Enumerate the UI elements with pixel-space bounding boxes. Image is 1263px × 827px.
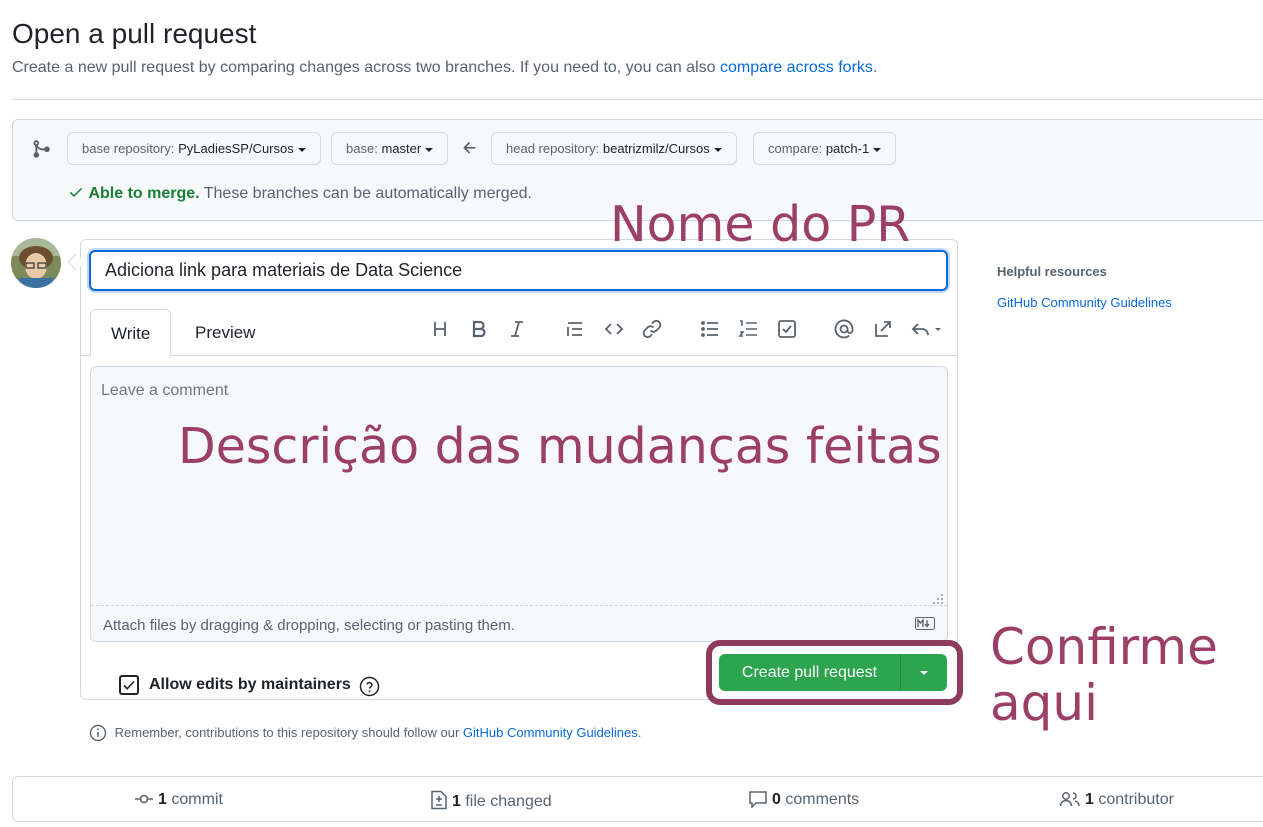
compare-label: compare: [768, 141, 823, 156]
bold-icon[interactable] [468, 318, 490, 340]
link-icon[interactable] [641, 318, 663, 340]
chevron-down-icon [873, 147, 882, 152]
page-title: Open a pull request [12, 18, 257, 49]
comments-stat[interactable]: 0 comments [748, 790, 859, 809]
files-label: file changed [465, 793, 552, 810]
base-value: master [381, 141, 422, 156]
question-icon[interactable] [359, 676, 380, 697]
comments-label: comments [785, 791, 860, 808]
base-repository-select[interactable]: base repository: PyLadiesSP/Cursos [67, 132, 321, 165]
quote-icon[interactable] [564, 318, 586, 340]
comments-count: 0 [772, 791, 781, 808]
chevron-down-icon [713, 147, 722, 152]
tab-preview[interactable]: Preview [175, 309, 275, 357]
check-icon [70, 188, 82, 197]
base-label: base: [346, 141, 378, 156]
allow-edits-checkbox[interactable] [119, 675, 139, 695]
compare-across-forks-link[interactable]: compare across forks [720, 59, 873, 76]
annotation-confirm-line2: aqui [990, 674, 1098, 732]
reminder-end: . [637, 725, 642, 740]
base-repo-label: base repository: [82, 141, 175, 156]
merge-text: These branches can be automatically merg… [203, 185, 532, 202]
chevron-down-icon [425, 147, 434, 152]
file-diff-icon [431, 790, 447, 810]
files-count: 1 [452, 793, 461, 810]
reminder-text: Remember, contributions to this reposito… [114, 725, 460, 740]
reminder-guidelines-link[interactable]: GitHub Community Guidelines [463, 725, 638, 740]
resize-handle-icon[interactable] [932, 592, 944, 604]
cross-reference-icon[interactable] [872, 318, 894, 340]
head-repo-label: head repository: [506, 141, 600, 156]
allow-edits-label[interactable]: Allow edits by maintainers [149, 676, 351, 694]
commits-count: 1 [158, 791, 167, 808]
subtitle-end: . [872, 59, 878, 76]
reply-icon[interactable] [910, 318, 944, 340]
commits-stat[interactable]: 1 commit [134, 790, 223, 809]
highlight-box [706, 640, 963, 705]
arrow-left-icon [461, 139, 479, 157]
commits-label: commit [171, 791, 223, 808]
contribution-reminder: Remember, contributions to this reposito… [89, 724, 641, 742]
subtitle-text: Create a new pull request by comparing c… [12, 59, 716, 76]
tab-write[interactable]: Write [90, 309, 172, 357]
chevron-down-icon [297, 147, 306, 152]
merge-status: Able to merge. These branches can be aut… [68, 184, 532, 203]
commit-icon [135, 794, 153, 804]
page-subtitle: Create a new pull request by comparing c… [12, 59, 877, 77]
files-changed-stat[interactable]: 1 file changed [430, 790, 552, 811]
mention-icon[interactable] [833, 318, 855, 340]
italic-icon[interactable] [506, 318, 528, 340]
contributors-stat[interactable]: 1 contributor [1059, 790, 1174, 809]
comment-textarea[interactable] [90, 366, 948, 642]
contributors-label: contributor [1098, 791, 1174, 808]
comment-placeholder: Leave a comment [101, 382, 229, 399]
ordered-list-icon[interactable] [737, 318, 759, 340]
merge-ok-label: Able to merge. [88, 185, 200, 202]
divider [12, 99, 1263, 100]
comment-icon [749, 791, 767, 809]
base-repo-value: PyLadiesSP/Cursos [178, 141, 294, 156]
annotation-title-note: Nome do PR [610, 196, 911, 253]
markdown-icon[interactable] [915, 617, 935, 630]
info-icon [89, 724, 107, 742]
avatar[interactable] [11, 238, 61, 288]
compare-branch-select[interactable]: compare: patch-1 [753, 132, 897, 165]
task-list-icon[interactable] [776, 318, 798, 340]
annotation-description-note: Descrição das mudanças feitas [178, 418, 942, 475]
compare-icon [31, 139, 51, 159]
head-repo-value: beatrizmilz/Cursos [602, 141, 710, 156]
attach-divider [91, 605, 947, 606]
community-guidelines-link[interactable]: GitHub Community Guidelines [997, 295, 1172, 310]
compare-value: patch-1 [825, 141, 870, 156]
helpful-resources-heading: Helpful resources [997, 264, 1107, 279]
code-icon[interactable] [603, 318, 625, 340]
annotation-confirm-note: Confirme aqui [990, 619, 1218, 731]
people-icon [1059, 792, 1080, 807]
annotation-confirm-line1: Confirme [990, 618, 1218, 676]
base-branch-select[interactable]: base: master [331, 132, 449, 165]
contributors-count: 1 [1085, 791, 1094, 808]
unordered-list-icon[interactable] [699, 318, 721, 340]
pr-title-input[interactable] [89, 250, 948, 291]
attach-files-hint[interactable]: Attach files by dragging & dropping, sel… [103, 617, 515, 634]
head-repository-select[interactable]: head repository: beatrizmilz/Cursos [491, 132, 737, 165]
heading-icon[interactable] [429, 318, 451, 340]
